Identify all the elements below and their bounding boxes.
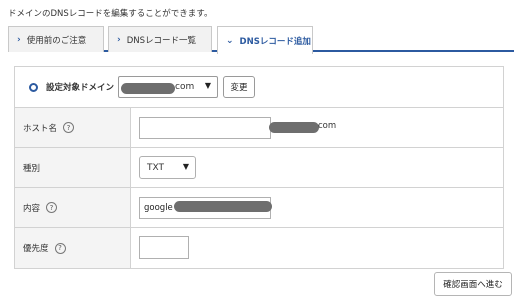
priority-input[interactable] xyxy=(139,236,189,259)
chevron-down-icon: ▼ xyxy=(182,162,189,171)
domain-select[interactable]: com ▼ xyxy=(118,76,219,98)
redacted-text xyxy=(269,122,319,133)
chevron-right-icon: › xyxy=(17,34,21,45)
change-domain-button[interactable]: 変更 xyxy=(223,76,256,98)
priority-label: 優先度 xyxy=(23,244,49,254)
help-icon[interactable]: ? xyxy=(46,202,58,213)
chevron-down-icon: ⌄ xyxy=(226,35,234,46)
dns-record-form: 設定対象ドメイン com ▼ 変更 ホスト名 ? com 種別 TXT ▼ 内容… xyxy=(14,66,504,269)
domain-suffix: com xyxy=(175,82,195,92)
content-cell: google xyxy=(132,188,503,227)
intro-text: ドメインのDNSレコードを編集することができます。 xyxy=(8,9,213,19)
content-value: google xyxy=(144,203,173,213)
chevron-down-icon: ▼ xyxy=(204,81,212,90)
priority-label-cell: 優先度 ? xyxy=(15,228,131,268)
priority-row: 優先度 ? xyxy=(15,228,503,268)
redacted-text xyxy=(174,201,272,212)
target-domain-row: 設定対象ドメイン com ▼ 変更 xyxy=(15,67,503,108)
priority-cell xyxy=(132,228,503,268)
host-input[interactable] xyxy=(139,117,271,139)
chevron-right-icon: › xyxy=(117,34,121,45)
target-domain-label: 設定対象ドメイン xyxy=(46,83,115,93)
confirm-button[interactable]: 確認画面へ進む xyxy=(434,272,512,296)
type-label-cell: 種別 xyxy=(15,148,131,187)
record-type-value: TXT xyxy=(147,162,165,173)
radio-selected-icon[interactable] xyxy=(29,82,38,92)
host-domain-suffix: com xyxy=(318,121,337,131)
help-icon[interactable]: ? xyxy=(54,242,66,254)
host-label: ホスト名 xyxy=(23,123,58,134)
type-row: 種別 TXT ▼ xyxy=(15,148,503,188)
tab-dns-record-list[interactable]: › DNSレコード一覧 xyxy=(108,26,212,52)
type-cell: TXT ▼ xyxy=(132,148,503,187)
record-type-select[interactable]: TXT ▼ xyxy=(139,156,196,179)
host-cell: com xyxy=(132,108,503,147)
tab-usage-notes[interactable]: › 使用前のご注意 xyxy=(8,26,104,52)
tab-label: DNSレコード一覧 xyxy=(126,35,197,46)
tab-label: DNSレコード追加 xyxy=(239,36,311,47)
content-label: 内容 xyxy=(23,203,41,214)
help-icon[interactable]: ? xyxy=(63,122,75,133)
tab-bar: › 使用前のご注意 › DNSレコード一覧 ⌄ DNSレコード追加 xyxy=(8,26,514,54)
content-row: 内容 ? google xyxy=(15,188,503,228)
host-label-cell: ホスト名 ? xyxy=(15,108,131,147)
content-label-cell: 内容 ? xyxy=(15,188,131,227)
type-label: 種別 xyxy=(23,163,41,174)
tab-label: 使用前のご注意 xyxy=(26,35,87,46)
host-row: ホスト名 ? com xyxy=(15,108,503,148)
redacted-text xyxy=(121,83,176,94)
tab-dns-record-add[interactable]: ⌄ DNSレコード追加 xyxy=(217,26,313,54)
